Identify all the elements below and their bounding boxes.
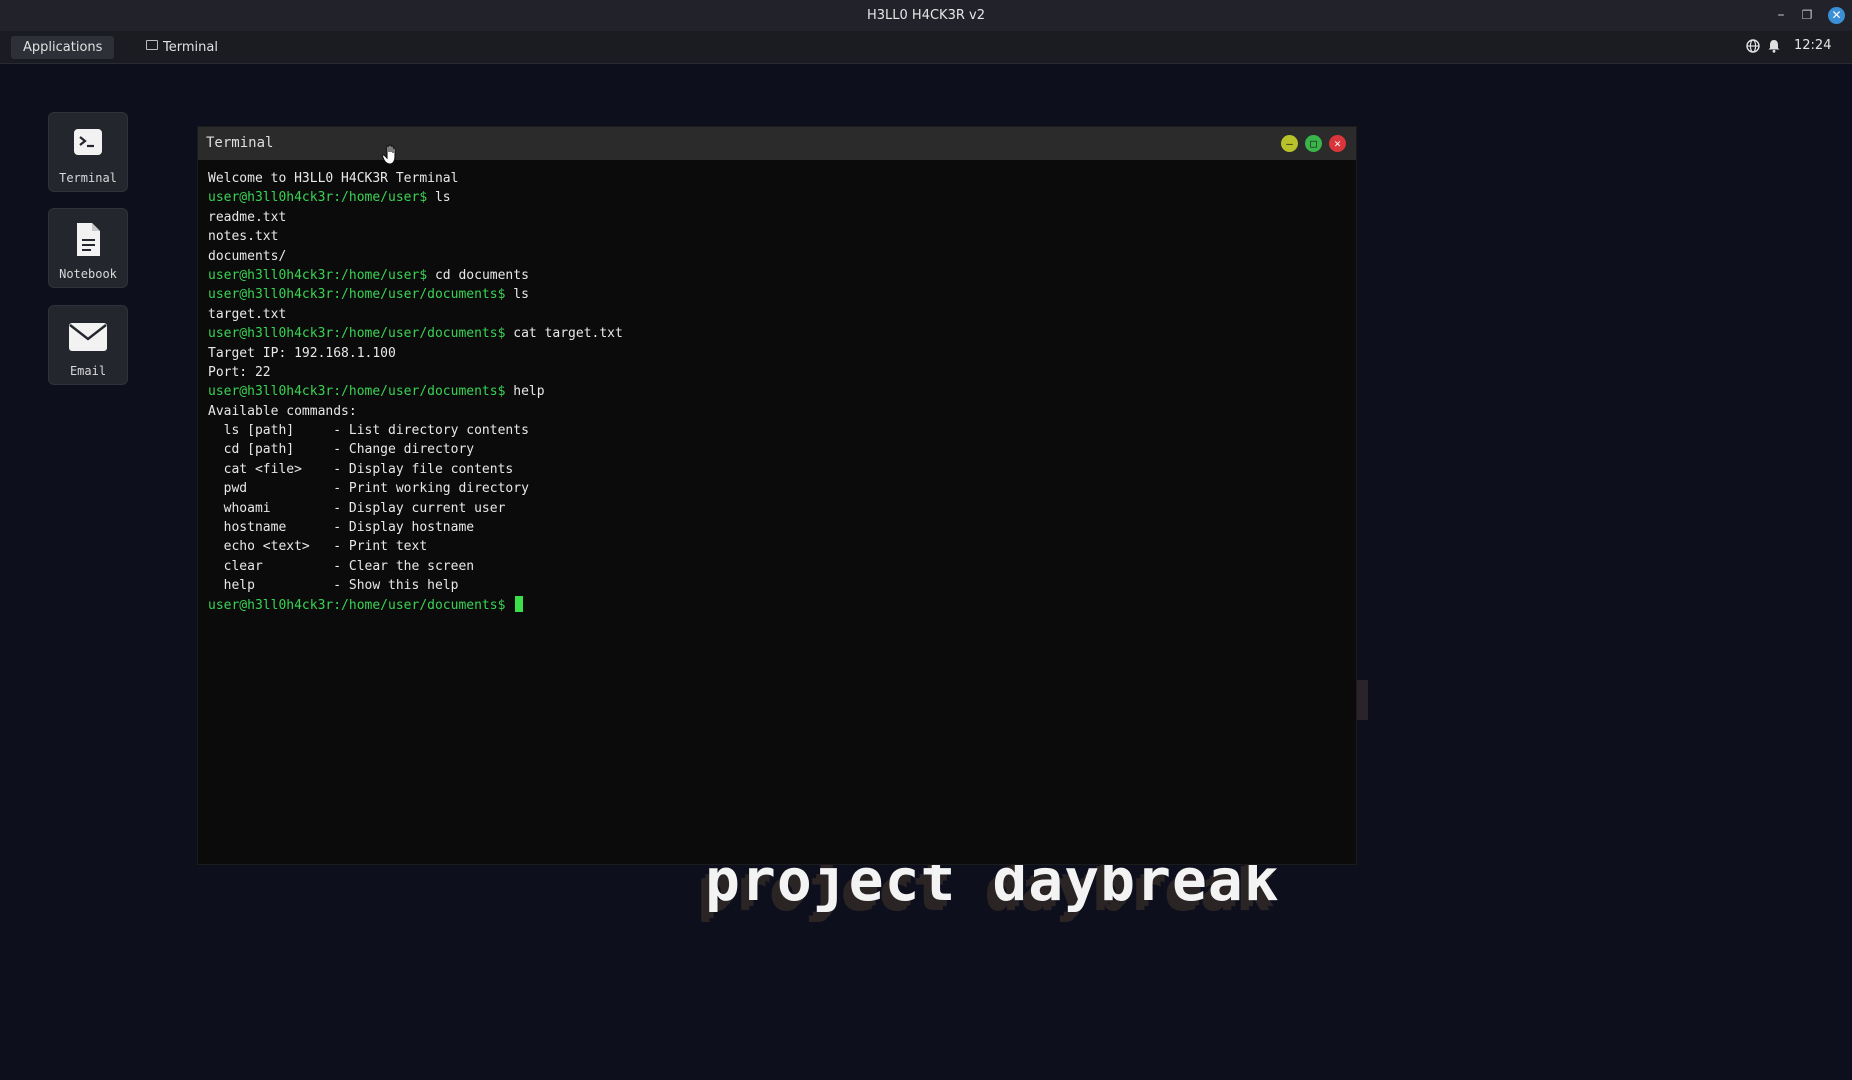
os-titlebar: H3LL0 H4CK3R v2 – ❐ ✕: [0, 0, 1852, 32]
terminal-command-text: cd documents: [427, 267, 529, 283]
hand-cursor-icon: [381, 144, 396, 165]
terminal-output-line: Welcome to H3LL0 H4CK3R Terminal: [208, 169, 1346, 188]
terminal-output-line: pwd - Print working directory: [208, 479, 1346, 498]
terminal-command-line: user@h3ll0h4ck3r:/home/user$ ls: [208, 188, 1346, 207]
terminal-maximize-button[interactable]: □: [1305, 135, 1322, 152]
terminal-prompt: user@h3ll0h4ck3r:/home/user$: [208, 190, 428, 206]
terminal-close-button[interactable]: ✕: [1329, 135, 1346, 152]
desktop-icon-email[interactable]: Email: [48, 305, 128, 385]
desktop-icon-notebook[interactable]: Notebook: [48, 208, 128, 288]
terminal-output-line: Target IP: 192.168.1.100: [208, 344, 1346, 363]
document-icon: [77, 223, 100, 256]
terminal-output-line: clear - Clear the screen: [208, 557, 1346, 576]
terminal-output-text: Welcome to H3LL0 H4CK3R Terminal: [208, 171, 459, 186]
terminal-command-text: cat target.txt: [505, 326, 623, 342]
terminal-command-line: user@h3ll0h4ck3r:/home/user/documents$ h…: [208, 382, 1346, 401]
terminal-output-line: notes.txt: [208, 227, 1346, 246]
terminal-command-text: ls: [427, 190, 451, 206]
terminal-output-line: whoami - Display current user: [208, 499, 1346, 518]
terminal-output-line: echo <text> - Print text: [208, 537, 1346, 556]
desktop-icon-label: Email: [69, 364, 107, 378]
terminal-prompt: user@h3ll0h4ck3r:/home/user/documents$: [208, 384, 506, 400]
os-restore-button[interactable]: ❐: [1799, 7, 1815, 23]
terminal-titlebar[interactable]: Terminal – □ ✕: [198, 127, 1356, 160]
os-window-title: H3LL0 H4CK3R v2: [867, 8, 985, 23]
terminal-output-text: whoami - Display current user: [208, 500, 506, 516]
terminal-window[interactable]: Terminal – □ ✕ Welcome to H3LL0 H4CK3R T…: [198, 127, 1356, 864]
terminal-output-text: pwd - Print working directory: [208, 481, 529, 497]
terminal-prompt: user@h3ll0h4ck3r:/home/user$: [208, 267, 428, 283]
window-icon: [146, 40, 158, 50]
terminal-output-text: ls [path] - List directory contents: [208, 423, 529, 439]
bell-icon[interactable]: [1767, 39, 1781, 53]
terminal-output-text: hostname - Display hostname: [208, 520, 475, 536]
globe-icon[interactable]: [1746, 39, 1760, 53]
terminal-output-line: hostname - Display hostname: [208, 518, 1346, 537]
terminal-output-text: cd [path] - Change directory: [208, 442, 475, 458]
terminal-output-text: target.txt: [208, 306, 287, 322]
envelope-icon: [69, 323, 107, 351]
terminal-icon: [74, 129, 102, 155]
desktop-icon-label: Notebook: [59, 267, 117, 281]
terminal-command-line: user@h3ll0h4ck3r:/home/user/documents$ c…: [208, 324, 1346, 343]
terminal-output-text: cat <file> - Display file contents: [208, 461, 514, 477]
terminal-output[interactable]: Welcome to H3LL0 H4CK3R Terminal user@h3l…: [208, 169, 1346, 615]
terminal-output-text: documents/: [208, 248, 287, 264]
text-cursor: [515, 595, 524, 612]
terminal-output-text: Port: 22: [208, 364, 271, 380]
terminal-output-line: ls [path] - List directory contents: [208, 421, 1346, 440]
terminal-output-line: cd [path] - Change directory: [208, 440, 1346, 459]
terminal-output-line: readme.txt: [208, 208, 1346, 227]
terminal-output-line: cat <file> - Display file contents: [208, 460, 1346, 479]
terminal-output-line: documents/: [208, 247, 1346, 266]
taskbar-terminal-label: Terminal: [163, 40, 218, 55]
wallpaper-fragment: [1356, 680, 1368, 720]
terminal-output-line: help - Show this help: [208, 576, 1346, 595]
terminal-output-line: target.txt: [208, 305, 1346, 324]
terminal-minimize-button[interactable]: –: [1281, 135, 1298, 152]
terminal-title: Terminal: [206, 135, 274, 151]
os-close-button[interactable]: ✕: [1828, 7, 1845, 24]
terminal-command-line: user@h3ll0h4ck3r:/home/user$ cd document…: [208, 266, 1346, 285]
terminal-output-line: Available commands:: [208, 402, 1346, 421]
terminal-output-text: echo <text> - Print text: [208, 539, 428, 555]
terminal-output-text: clear - Clear the screen: [208, 558, 475, 574]
terminal-output-text: help - Show this help: [208, 578, 459, 594]
terminal-output-text: readme.txt: [208, 209, 287, 225]
top-panel: Applications Terminal 12:24: [0, 31, 1852, 64]
terminal-output-text: notes.txt: [208, 229, 279, 245]
terminal-input-text[interactable]: [505, 598, 513, 613]
clock: 12:24: [1794, 38, 1832, 53]
desktop-icon-label: Terminal: [59, 171, 117, 185]
terminal-output-line: Port: 22: [208, 363, 1346, 382]
terminal-prompt: user@h3ll0h4ck3r:/home/user/documents$: [208, 326, 506, 342]
terminal-command-line: user@h3ll0h4ck3r:/home/user/documents$ l…: [208, 285, 1346, 304]
os-minimize-button[interactable]: –: [1773, 7, 1789, 23]
terminal-command-text: ls: [505, 287, 529, 303]
applications-menu-button[interactable]: Applications: [11, 36, 115, 59]
terminal-command-text: help: [505, 384, 545, 400]
terminal-prompt: user@h3ll0h4ck3r:/home/user/documents$: [208, 287, 506, 303]
terminal-output-text: Available commands:: [208, 403, 357, 419]
taskbar-terminal-button[interactable]: Terminal: [140, 36, 224, 59]
terminal-prompt: user@h3ll0h4ck3r:/home/user/documents$: [208, 597, 506, 613]
terminal-input-line[interactable]: user@h3ll0h4ck3r:/home/user/documents$: [208, 595, 1346, 615]
desktop-icon-terminal[interactable]: Terminal: [48, 112, 128, 192]
terminal-output-text: Target IP: 192.168.1.100: [208, 345, 396, 361]
